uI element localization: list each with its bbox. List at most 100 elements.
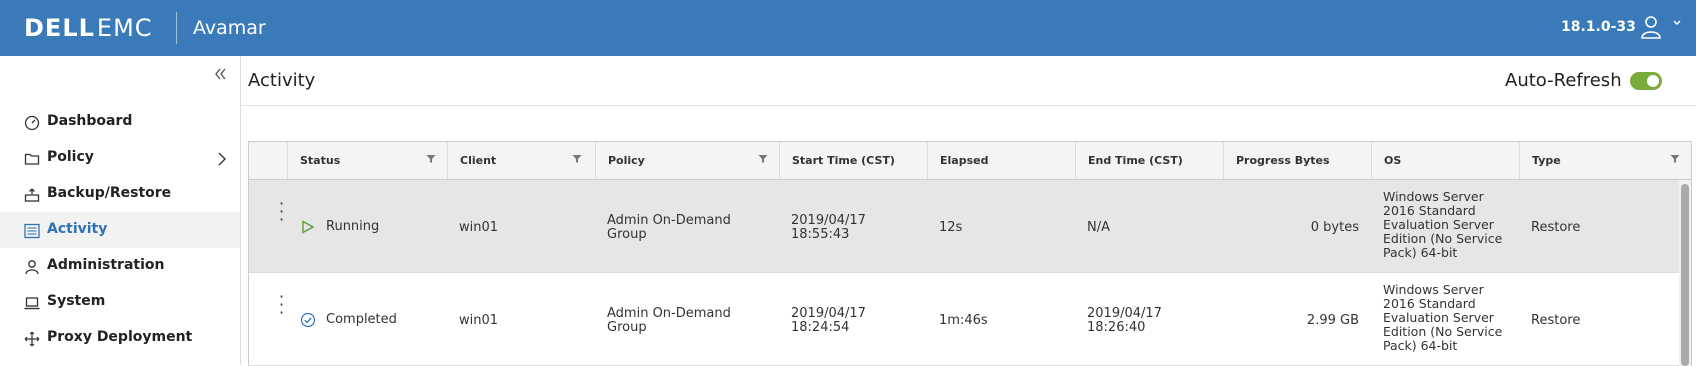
person-icon bbox=[25, 260, 39, 275]
column-header-start-time[interactable]: Start Time (CST) bbox=[779, 142, 928, 179]
row-menu-icon[interactable]: · · · bbox=[279, 196, 284, 228]
filter-icon[interactable] bbox=[572, 154, 582, 164]
os-line: Edition (No Service bbox=[1383, 324, 1503, 339]
column-header-end-time[interactable]: End Time (CST) bbox=[1075, 142, 1224, 179]
dell-emc-logo: DELLEMC bbox=[24, 14, 153, 42]
sidebar-item-dashboard[interactable]: Dashboard bbox=[0, 104, 240, 140]
top-bar: DELLEMC Avamar 18.1.0-33 bbox=[0, 0, 1696, 56]
column-label: Start Time (CST) bbox=[792, 154, 895, 167]
sidebar-item-label: Proxy Deployment bbox=[47, 329, 193, 345]
collapse-sidebar-icon[interactable] bbox=[212, 66, 228, 82]
os-line: Pack) 64-bit bbox=[1383, 245, 1458, 260]
sidebar-item-label: Backup/Restore bbox=[47, 185, 172, 201]
scrollbar-thumb[interactable] bbox=[1681, 184, 1689, 366]
policy-text: Admin On-Demand Group bbox=[607, 214, 731, 242]
toggle-knob bbox=[1647, 75, 1659, 87]
os-line: Windows Server bbox=[1383, 189, 1484, 204]
laptop-icon bbox=[24, 297, 40, 310]
type-text: Restore bbox=[1531, 220, 1581, 235]
column-header-client[interactable]: Client bbox=[447, 142, 596, 179]
client-text: win01 bbox=[459, 313, 499, 328]
sidebar-item-activity[interactable]: Activity bbox=[0, 212, 240, 248]
os-line: 2016 Standard bbox=[1383, 203, 1476, 218]
start-line: 2019/04/17 bbox=[791, 213, 866, 228]
running-icon bbox=[302, 220, 315, 234]
column-label: Status bbox=[300, 154, 341, 167]
status-text: Running bbox=[326, 219, 380, 234]
os-line: Evaluation Server bbox=[1383, 217, 1494, 232]
header-separator bbox=[176, 12, 177, 44]
table-header: Status Client Policy Start Time (CST) El… bbox=[249, 142, 1691, 180]
version-label: 18.1.0-33 bbox=[1561, 19, 1636, 35]
start-line: 18:55:43 bbox=[791, 227, 850, 242]
completed-check-icon bbox=[300, 312, 316, 328]
os-text: Windows Server 2016 Standard Evaluation … bbox=[1383, 283, 1502, 353]
end-time-text: N/A bbox=[1087, 220, 1110, 235]
column-header-type[interactable]: Type bbox=[1519, 142, 1691, 179]
sidebar-item-label: Dashboard bbox=[47, 113, 133, 129]
auto-refresh-toggle[interactable] bbox=[1630, 72, 1662, 90]
proxy-icon bbox=[24, 331, 40, 347]
column-header-os[interactable]: OS bbox=[1371, 142, 1520, 179]
column-header-status[interactable]: Status bbox=[287, 142, 448, 179]
column-header-policy[interactable]: Policy bbox=[595, 142, 780, 179]
sidebar-item-policy[interactable]: Policy bbox=[0, 140, 240, 176]
auto-refresh-label: Auto-Refresh bbox=[1505, 70, 1622, 91]
sidebar-item-label: Policy bbox=[47, 149, 94, 165]
logo-emc: EMC bbox=[96, 14, 153, 42]
filter-icon[interactable] bbox=[1670, 154, 1680, 164]
header-divider bbox=[240, 105, 1696, 106]
os-line: 2016 Standard bbox=[1383, 296, 1476, 311]
os-line: Windows Server bbox=[1383, 282, 1484, 297]
row-menu-icon[interactable]: · · · bbox=[279, 289, 284, 321]
os-text: Windows Server 2016 Standard Evaluation … bbox=[1383, 190, 1502, 260]
logo-dell: DELL bbox=[24, 14, 95, 42]
filter-icon[interactable] bbox=[426, 154, 436, 164]
table-row[interactable]: · · · Completed win01 Admin On-Demand Group… bbox=[249, 273, 1679, 366]
sidebar-item-label: Activity bbox=[47, 221, 108, 237]
start-time-text: 2019/04/17 18:24:54 bbox=[791, 307, 866, 335]
end-time-text: 2019/04/17 18:26:40 bbox=[1087, 307, 1162, 335]
column-label: OS bbox=[1384, 154, 1402, 167]
os-line: Evaluation Server bbox=[1383, 310, 1494, 325]
sidebar-item-system[interactable]: System bbox=[0, 284, 240, 320]
activity-icon bbox=[24, 223, 40, 239]
progress-bytes-text: 0 bytes bbox=[1310, 220, 1359, 235]
start-time-text: 2019/04/17 18:55:43 bbox=[791, 214, 866, 242]
end-line: 2019/04/17 bbox=[1087, 306, 1162, 321]
app-name: Avamar bbox=[193, 17, 266, 39]
dashboard-icon bbox=[24, 115, 40, 131]
chevron-down-icon[interactable] bbox=[1672, 18, 1682, 28]
os-line: Pack) 64-bit bbox=[1383, 338, 1458, 353]
chevron-right-icon bbox=[218, 152, 226, 166]
page-title: Activity bbox=[248, 70, 316, 91]
vertical-scrollbar[interactable] bbox=[1679, 180, 1691, 366]
column-label: Elapsed bbox=[940, 154, 989, 167]
filter-icon[interactable] bbox=[758, 154, 768, 164]
end-line: 18:26:40 bbox=[1087, 320, 1146, 335]
policy-text: Admin On-Demand Group bbox=[607, 307, 731, 335]
sidebar-item-backup-restore[interactable]: Backup/Restore bbox=[0, 176, 240, 212]
os-line: Edition (No Service bbox=[1383, 231, 1503, 246]
column-header-elapsed[interactable]: Elapsed bbox=[927, 142, 1076, 179]
table-row[interactable]: · · · Running win01 Admin On-Demand Group 2… bbox=[249, 180, 1679, 273]
column-header-progress-bytes[interactable]: Progress Bytes bbox=[1223, 142, 1372, 179]
backup-icon bbox=[24, 188, 40, 202]
user-icon[interactable] bbox=[1640, 15, 1662, 39]
policy-line: Group bbox=[607, 227, 647, 242]
sidebar-item-proxy-deployment[interactable]: Proxy Deployment bbox=[0, 320, 240, 356]
activity-table: Status Client Policy Start Time (CST) El… bbox=[248, 141, 1692, 366]
client-text: win01 bbox=[459, 220, 499, 235]
policy-line: Admin On-Demand bbox=[607, 213, 731, 228]
progress-bytes-text: 2.99 GB bbox=[1306, 313, 1359, 328]
column-label: Policy bbox=[608, 154, 645, 167]
elapsed-text: 12s bbox=[939, 220, 963, 235]
sidebar-item-administration[interactable]: Administration bbox=[0, 248, 240, 284]
sidebar-item-label: System bbox=[47, 293, 106, 309]
folder-icon bbox=[24, 153, 40, 165]
column-label: Client bbox=[460, 154, 497, 167]
start-line: 18:24:54 bbox=[791, 320, 850, 335]
column-label: Type bbox=[1532, 154, 1561, 167]
elapsed-text: 1m:46s bbox=[939, 313, 988, 328]
start-line: 2019/04/17 bbox=[791, 306, 866, 321]
